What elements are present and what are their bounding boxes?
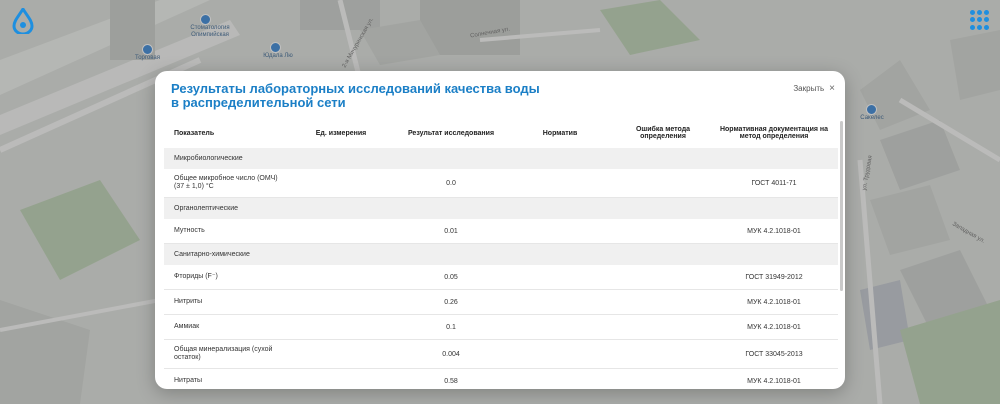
cell-unit bbox=[284, 289, 398, 315]
cell-unit bbox=[284, 314, 398, 340]
cell-doc: МУК 4.2.1018-01 bbox=[710, 368, 838, 389]
cell-error bbox=[616, 219, 710, 244]
modal-header: Результаты лабораторных исследований кач… bbox=[155, 71, 845, 119]
table-row: Фториды (F⁻) 0.05 ГОСТ 31949-2012 bbox=[164, 265, 838, 290]
table-row: Мутность 0.01 МУК 4.2.1018-01 bbox=[164, 219, 838, 244]
cell-indicator: Фториды (F⁻) bbox=[164, 265, 284, 290]
results-table: Показатель Ед. измерения Результат иссле… bbox=[164, 118, 838, 389]
cell-norm bbox=[504, 339, 616, 369]
cell-result: 0.26 bbox=[398, 289, 504, 315]
group-label: Микробиологические bbox=[164, 148, 838, 169]
cell-doc: ГОСТ 31949-2012 bbox=[710, 265, 838, 290]
lab-results-modal: Результаты лабораторных исследований кач… bbox=[155, 71, 845, 389]
cell-result: 0.0 bbox=[398, 169, 504, 198]
table-row: Нитриты 0.26 МУК 4.2.1018-01 bbox=[164, 289, 838, 315]
cell-indicator: Мутность bbox=[164, 219, 284, 244]
cell-result: 0.01 bbox=[398, 219, 504, 244]
cell-norm bbox=[504, 289, 616, 315]
header-error[interactable]: Ошибка метода определения bbox=[616, 118, 710, 148]
close-icon: × bbox=[829, 83, 835, 94]
table-header-row: Показатель Ед. измерения Результат иссле… bbox=[164, 118, 838, 148]
table-row: Общее микробное число (ОМЧ) (37 ± 1,0) °… bbox=[164, 169, 838, 198]
group-row: Органолептические bbox=[164, 197, 838, 219]
cell-unit bbox=[284, 219, 398, 244]
cell-norm bbox=[504, 169, 616, 198]
header-result[interactable]: Результат исследования bbox=[398, 118, 504, 148]
table-row: Общая минерализация (сухой остаток) 0.00… bbox=[164, 339, 838, 369]
cell-error bbox=[616, 289, 710, 315]
close-label: Закрыть bbox=[793, 84, 825, 93]
cell-unit bbox=[284, 169, 398, 198]
cell-result: 0.1 bbox=[398, 314, 504, 340]
cell-doc: МУК 4.2.1018-01 bbox=[710, 289, 838, 315]
results-table-container[interactable]: Показатель Ед. измерения Результат иссле… bbox=[155, 118, 845, 389]
cell-indicator: Нитриты bbox=[164, 289, 284, 315]
close-button[interactable]: Закрыть × bbox=[793, 83, 835, 94]
cell-error bbox=[616, 368, 710, 389]
cell-doc: ГОСТ 33045-2013 bbox=[710, 339, 838, 369]
modal-title: Результаты лабораторных исследований кач… bbox=[171, 82, 601, 110]
cell-unit bbox=[284, 368, 398, 389]
cell-error bbox=[616, 339, 710, 369]
cell-norm bbox=[504, 368, 616, 389]
cell-doc: МУК 4.2.1018-01 bbox=[710, 219, 838, 244]
cell-doc: ГОСТ 4011-71 bbox=[710, 169, 838, 198]
modal-title-line2: в распределительной сети bbox=[171, 95, 346, 110]
header-norm[interactable]: Норматив bbox=[504, 118, 616, 148]
cell-unit bbox=[284, 265, 398, 290]
cell-norm bbox=[504, 219, 616, 244]
cell-indicator: Общее микробное число (ОМЧ) (37 ± 1,0) °… bbox=[164, 169, 284, 198]
cell-indicator: Аммиак bbox=[164, 314, 284, 340]
cell-error bbox=[616, 314, 710, 340]
group-row: Санитарно-химические bbox=[164, 243, 838, 265]
cell-unit bbox=[284, 339, 398, 369]
modal-title-line1: Результаты лабораторных исследований кач… bbox=[171, 81, 540, 96]
cell-result: 0.58 bbox=[398, 368, 504, 389]
apps-grid-icon[interactable] bbox=[970, 10, 990, 30]
header-unit[interactable]: Ед. измерения bbox=[284, 118, 398, 148]
table-scrollbar[interactable] bbox=[840, 121, 843, 291]
header-doc[interactable]: Нормативная документация на метод опреде… bbox=[710, 118, 838, 148]
cell-result: 0.004 bbox=[398, 339, 504, 369]
cell-norm bbox=[504, 314, 616, 340]
cell-doc: МУК 4.2.1018-01 bbox=[710, 314, 838, 340]
header-indicator[interactable]: Показатель bbox=[164, 118, 284, 148]
group-label: Органолептические bbox=[164, 197, 838, 219]
water-drop-icon[interactable] bbox=[12, 8, 34, 34]
cell-error bbox=[616, 169, 710, 198]
cell-norm bbox=[504, 265, 616, 290]
cell-result: 0.05 bbox=[398, 265, 504, 290]
table-row: Аммиак 0.1 МУК 4.2.1018-01 bbox=[164, 314, 838, 340]
group-row: Микробиологические bbox=[164, 148, 838, 169]
table-row: Нитраты 0.58 МУК 4.2.1018-01 bbox=[164, 368, 838, 389]
cell-error bbox=[616, 265, 710, 290]
group-label: Санитарно-химические bbox=[164, 243, 838, 265]
cell-indicator: Нитраты bbox=[164, 368, 284, 389]
cell-indicator: Общая минерализация (сухой остаток) bbox=[164, 339, 284, 369]
